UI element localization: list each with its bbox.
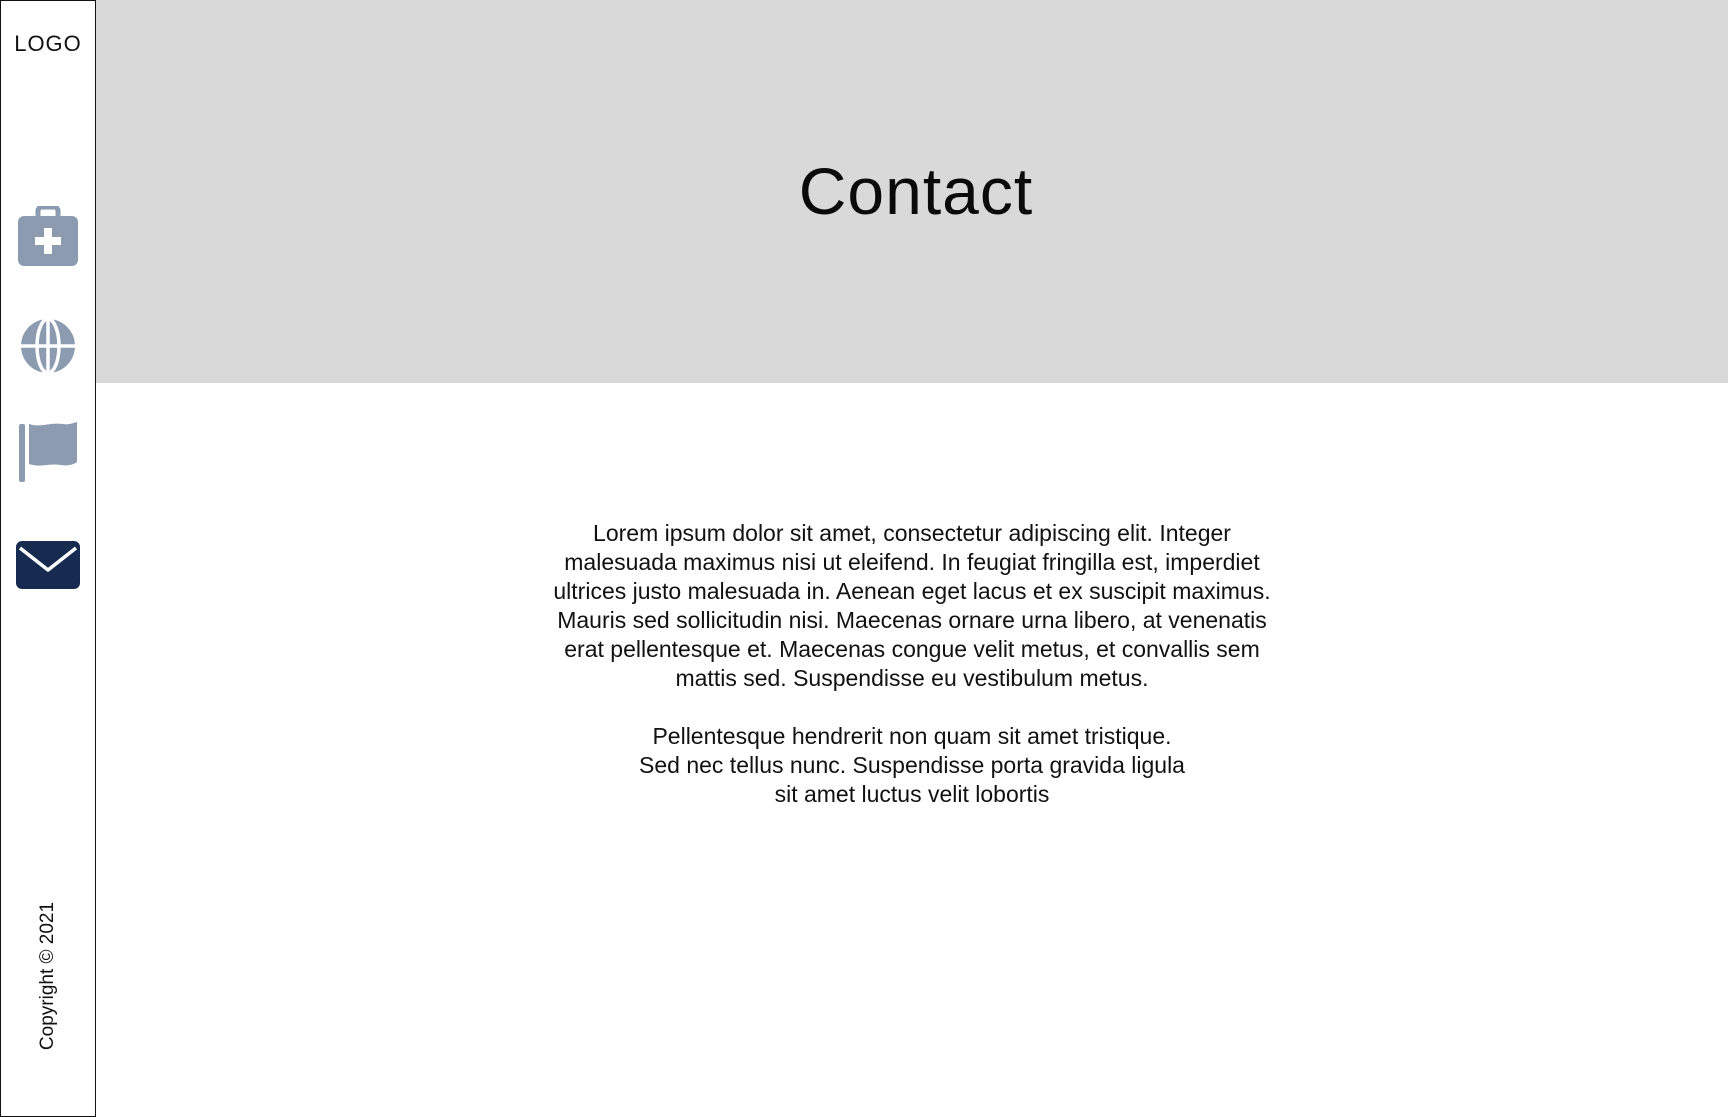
paragraph-secondary: Pellentesque hendrerit non quam sit amet… (96, 722, 1728, 809)
mail-icon (16, 541, 80, 589)
paragraph-intro: Lorem ipsum dolor sit amet, consectetur … (96, 519, 1728, 693)
nav-item-globe[interactable] (1, 316, 95, 376)
medical-kit-icon (18, 206, 78, 266)
paragraph-line: malesuada maximus nisi ut eleifend. In f… (564, 549, 1260, 575)
globe-icon (21, 317, 75, 375)
sidebar: LOGO Copyright © 2021 (0, 0, 96, 1117)
page-title: Contact (798, 153, 1034, 228)
hero-banner: Contact (96, 0, 1728, 383)
copyright: Copyright © 2021 (1, 881, 95, 1071)
page: LOGO Copyright © 2021 Contact Lorem ipsu… (0, 0, 1728, 1117)
paragraph-line: mattis sed. Suspendisse eu vestibulum me… (675, 665, 1149, 691)
nav-item-flag[interactable] (1, 421, 95, 485)
paragraph-line: Lorem ipsum dolor sit amet, consectetur … (593, 520, 1231, 546)
main-content: Lorem ipsum dolor sit amet, consectetur … (96, 383, 1728, 1117)
flag-icon (19, 422, 77, 482)
copyright-text: Copyright © 2021 (37, 901, 59, 1051)
paragraph-line: sit amet luctus velit lobortis (774, 781, 1050, 807)
paragraph-line: Mauris sed sollicitudin nisi. Maecenas o… (557, 607, 1267, 633)
paragraph-line: ultrices justo malesuada in. Aenean eget… (553, 578, 1271, 604)
paragraph-line: Sed nec tellus nunc. Suspendisse porta g… (639, 752, 1185, 778)
paragraph-line: Pellentesque hendrerit non quam sit amet… (652, 723, 1172, 749)
nav-item-contact[interactable] (1, 537, 95, 593)
logo[interactable]: LOGO (1, 31, 95, 57)
nav-item-medical[interactable] (1, 206, 95, 268)
paragraph-line: erat pellentesque et. Maecenas congue ve… (564, 636, 1260, 662)
